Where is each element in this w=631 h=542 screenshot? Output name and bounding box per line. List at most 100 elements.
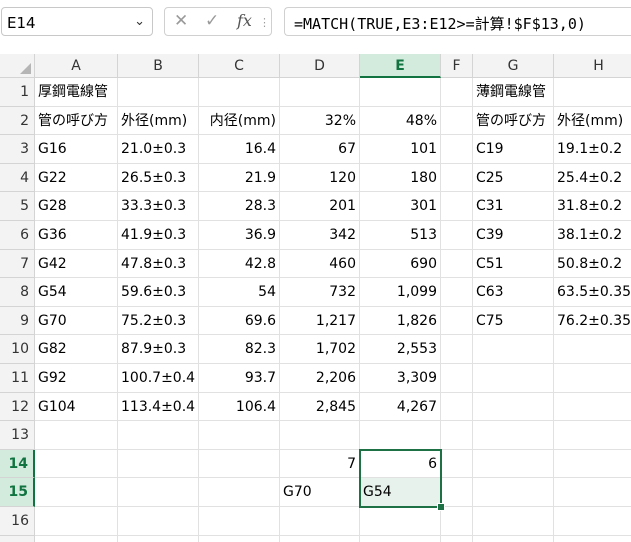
cell-d6[interactable]: 342 xyxy=(280,221,360,250)
cell-c12[interactable]: 106.4 xyxy=(199,392,280,422)
cell-a15[interactable] xyxy=(35,478,118,507)
cell-e6[interactable]: 513 xyxy=(360,221,441,250)
column-header-a[interactable]: A xyxy=(35,54,118,78)
cell-b9[interactable]: 75.2±0.3 xyxy=(118,306,199,336)
cell-b16[interactable] xyxy=(118,507,199,536)
cell-c8[interactable]: 54 xyxy=(199,278,280,307)
cell-g15[interactable] xyxy=(473,478,554,507)
cell-f16[interactable] xyxy=(441,507,473,536)
cell-e1[interactable] xyxy=(360,78,441,107)
cell-a14[interactable] xyxy=(35,449,118,479)
cell-g14[interactable] xyxy=(473,449,554,479)
cell-e10[interactable]: 2,553 xyxy=(360,335,441,364)
cell-a16[interactable] xyxy=(35,507,118,536)
column-header-f[interactable]: F xyxy=(441,54,473,78)
cell-f8[interactable] xyxy=(441,278,473,307)
cell-g7[interactable]: C51 xyxy=(473,249,554,279)
cell-e12[interactable]: 4,267 xyxy=(360,392,441,422)
cell-f14[interactable] xyxy=(441,449,473,479)
cell-c2[interactable]: 内径(mm) xyxy=(199,106,280,136)
row-header-3[interactable]: 3 xyxy=(0,135,35,164)
column-header-e[interactable]: E xyxy=(360,54,441,78)
cell-e9[interactable]: 1,826 xyxy=(360,306,441,336)
cell-h4[interactable]: 25.4±0.2 xyxy=(554,164,631,193)
cell-b12[interactable]: 113.4±0.4 xyxy=(118,392,199,422)
cell-a6[interactable]: G36 xyxy=(35,221,118,250)
function-icon[interactable]: fx xyxy=(237,11,252,30)
row-header-12[interactable]: 12 xyxy=(0,392,35,422)
cell-f1[interactable] xyxy=(441,78,473,107)
cell-e14[interactable]: 6 xyxy=(360,449,441,479)
cell-d1[interactable] xyxy=(280,78,360,107)
cell-h9[interactable]: 76.2±0.35 xyxy=(554,307,631,336)
cell-f15[interactable] xyxy=(441,478,473,507)
cell-d17[interactable] xyxy=(280,535,360,542)
cell-b8[interactable]: 59.6±0.3 xyxy=(118,278,199,307)
cell-h8[interactable]: 63.5±0.35 xyxy=(554,278,631,307)
cell-c17[interactable] xyxy=(199,535,280,542)
column-header-b[interactable]: B xyxy=(118,54,199,78)
cell-b5[interactable]: 33.3±0.3 xyxy=(118,192,199,221)
cell-f10[interactable] xyxy=(441,335,473,364)
cell-e7[interactable]: 690 xyxy=(360,249,441,279)
cell-a4[interactable]: G22 xyxy=(35,163,118,193)
cell-a1[interactable]: 厚鋼電線管 xyxy=(35,78,118,107)
row-header-7[interactable]: 7 xyxy=(0,249,35,279)
cell-g8[interactable]: C63 xyxy=(473,278,554,307)
row-header-2[interactable]: 2 xyxy=(0,106,35,136)
column-header-g[interactable]: G xyxy=(473,54,554,78)
chevron-down-icon[interactable]: ⌄ xyxy=(134,14,145,29)
cell-h16[interactable] xyxy=(554,507,631,536)
cell-c9[interactable]: 69.6 xyxy=(199,306,280,336)
cell-h14[interactable] xyxy=(554,450,631,479)
cell-h2[interactable]: 外径(mm) xyxy=(554,107,631,136)
formula-input[interactable]: =MATCH(TRUE,E3:E12>=計算!$F$13,0) xyxy=(284,7,631,36)
cell-g12[interactable] xyxy=(473,392,554,422)
cell-f5[interactable] xyxy=(441,192,473,221)
cell-f17[interactable] xyxy=(441,535,473,542)
cell-b17[interactable] xyxy=(118,535,199,542)
row-header-17[interactable]: 17 xyxy=(0,535,35,542)
cell-e13[interactable] xyxy=(360,421,441,450)
row-header-15[interactable]: 15 xyxy=(0,478,35,507)
cell-h7[interactable]: 50.8±0.2 xyxy=(554,250,631,279)
row-header-14[interactable]: 14 xyxy=(0,449,35,479)
cell-b3[interactable]: 21.0±0.3 xyxy=(118,135,199,164)
row-header-5[interactable]: 5 xyxy=(0,192,35,221)
cell-c6[interactable]: 36.9 xyxy=(199,221,280,250)
cell-d11[interactable]: 2,206 xyxy=(280,364,360,393)
cell-h1[interactable] xyxy=(554,78,631,107)
cell-d9[interactable]: 1,217 xyxy=(280,306,360,336)
cell-g3[interactable]: C19 xyxy=(473,135,554,164)
more-icon[interactable]: ⋮ xyxy=(259,16,270,29)
cell-b7[interactable]: 47.8±0.3 xyxy=(118,249,199,279)
row-header-10[interactable]: 10 xyxy=(0,335,35,364)
cell-h15[interactable] xyxy=(554,478,631,507)
cell-d12[interactable]: 2,845 xyxy=(280,392,360,422)
cell-a3[interactable]: G16 xyxy=(35,135,118,164)
cell-c14[interactable] xyxy=(199,449,280,479)
cell-g5[interactable]: C31 xyxy=(473,192,554,221)
cell-a9[interactable]: G70 xyxy=(35,306,118,336)
cell-d16[interactable] xyxy=(280,507,360,536)
cell-g16[interactable] xyxy=(473,507,554,536)
cell-c13[interactable] xyxy=(199,421,280,450)
cell-c10[interactable]: 82.3 xyxy=(199,335,280,364)
cell-c7[interactable]: 42.8 xyxy=(199,249,280,279)
cell-c1[interactable] xyxy=(199,78,280,107)
fill-handle[interactable] xyxy=(437,503,445,511)
cell-e5[interactable]: 301 xyxy=(360,192,441,221)
cell-h12[interactable] xyxy=(554,393,631,422)
cell-e11[interactable]: 3,309 xyxy=(360,364,441,393)
row-header-6[interactable]: 6 xyxy=(0,221,35,250)
cell-g13[interactable] xyxy=(473,421,554,450)
cell-e17[interactable] xyxy=(360,535,441,542)
cell-g10[interactable] xyxy=(473,335,554,364)
cell-e3[interactable]: 101 xyxy=(360,135,441,164)
cell-d8[interactable]: 732 xyxy=(280,278,360,307)
cell-h17[interactable] xyxy=(554,536,631,542)
cell-f9[interactable] xyxy=(441,306,473,336)
cell-b1[interactable] xyxy=(118,78,199,107)
cell-a10[interactable]: G82 xyxy=(35,335,118,364)
cell-a2[interactable]: 管の呼び方 xyxy=(35,106,118,136)
